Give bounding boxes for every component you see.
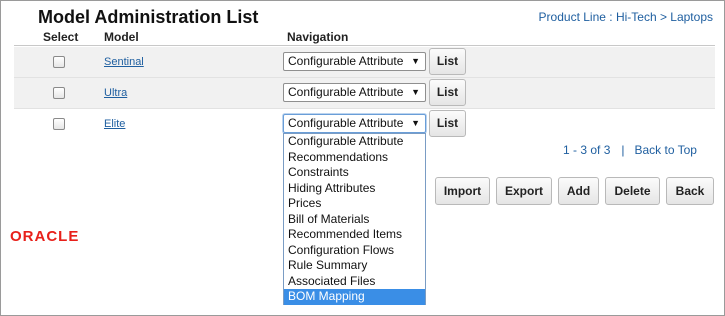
row-select-checkbox[interactable]: [53, 56, 65, 68]
back-to-top-link[interactable]: Back to Top: [635, 143, 697, 157]
header-divider: [14, 45, 715, 46]
column-header-select: Select: [43, 30, 79, 44]
table-row: Ultra Configurable Attribute ▼ List: [14, 78, 715, 109]
pager: 1 - 3 of 3 | Back to Top: [563, 143, 697, 157]
navigation-dropdown-list: Configurable Attribute Recommendations C…: [283, 133, 426, 305]
dropdown-option[interactable]: Hiding Attributes: [284, 181, 425, 197]
dropdown-option[interactable]: Constraints: [284, 165, 425, 181]
row-select-checkbox[interactable]: [53, 118, 65, 130]
navigation-select[interactable]: Configurable Attribute ▼: [283, 114, 426, 133]
navigation-select-value: Configurable Attribute: [288, 116, 404, 130]
breadcrumb-prefix: Product Line :: [538, 10, 616, 24]
add-button[interactable]: Add: [558, 177, 599, 205]
chevron-down-icon: ▼: [411, 87, 420, 97]
export-button[interactable]: Export: [496, 177, 552, 205]
dropdown-option[interactable]: Rule Summary: [284, 258, 425, 274]
navigation-select-value: Configurable Attribute: [288, 85, 404, 99]
delete-button[interactable]: Delete: [605, 177, 660, 205]
oracle-logo: ORACLE: [10, 228, 80, 245]
column-header-model: Model: [104, 30, 139, 44]
dropdown-option-highlighted[interactable]: BOM Mapping: [284, 289, 425, 305]
list-button[interactable]: List: [429, 79, 466, 106]
dropdown-option[interactable]: Associated Files: [284, 274, 425, 290]
dropdown-option[interactable]: Recommendations: [284, 150, 425, 166]
chevron-down-icon: ▼: [411, 118, 420, 128]
navigation-select-value: Configurable Attribute: [288, 54, 404, 68]
list-button[interactable]: List: [429, 48, 466, 75]
page-title: Model Administration List: [38, 7, 259, 27]
pager-separator: |: [621, 143, 625, 157]
pager-range: 1 - 3 of 3: [563, 143, 611, 157]
chevron-down-icon: ▼: [411, 56, 420, 66]
row-select-checkbox[interactable]: [53, 87, 65, 99]
back-button[interactable]: Back: [666, 177, 714, 205]
navigation-select[interactable]: Configurable Attribute ▼: [283, 83, 426, 102]
dropdown-option[interactable]: Recommended Items: [284, 227, 425, 243]
list-button[interactable]: List: [429, 110, 466, 137]
navigation-select[interactable]: Configurable Attribute ▼: [283, 52, 426, 71]
dropdown-option[interactable]: Bill of Materials: [284, 212, 425, 228]
model-link[interactable]: Elite: [104, 118, 125, 130]
model-link[interactable]: Ultra: [104, 87, 127, 99]
import-button[interactable]: Import: [435, 177, 490, 205]
breadcrumb-path-link[interactable]: Hi-Tech > Laptops: [616, 10, 713, 24]
table-row: Sentinal Configurable Attribute ▼ List: [14, 47, 715, 78]
column-header-navigation: Navigation: [287, 30, 349, 44]
dropdown-option[interactable]: Configurable Attribute: [284, 134, 425, 150]
dropdown-option[interactable]: Configuration Flows: [284, 243, 425, 259]
dropdown-option[interactable]: Prices: [284, 196, 425, 212]
breadcrumb: Product Line : Hi-Tech > Laptops: [539, 10, 713, 24]
model-link[interactable]: Sentinal: [104, 56, 144, 68]
